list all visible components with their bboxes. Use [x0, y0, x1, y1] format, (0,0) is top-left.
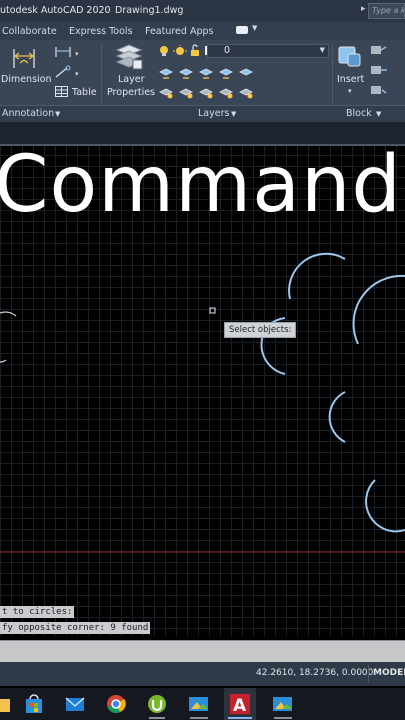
store-icon[interactable] — [24, 694, 44, 714]
layer-dropdown[interactable]: 0 ▼ — [207, 44, 329, 58]
photos2-icon[interactable] — [272, 694, 292, 714]
layer-properties-icon[interactable] — [113, 42, 145, 72]
layers-panel-label[interactable]: Layers — [198, 108, 229, 119]
circle-arc[interactable] — [352, 274, 405, 345]
title-bar: utodesk AutoCAD 2020 Drawing1.dwg ▸ Type… — [0, 0, 405, 22]
status-divider — [368, 665, 369, 683]
chevron-down-icon[interactable]: ▾ — [348, 87, 352, 95]
chevron-down-icon[interactable]: ▼ — [376, 110, 381, 118]
running-app-indicator — [149, 717, 165, 719]
overlay-caption: Command — [0, 140, 402, 230]
linear-dimension-icon[interactable]: ▾ — [53, 44, 83, 60]
block-tools-icons[interactable] — [369, 44, 389, 100]
utorrent-icon[interactable] — [147, 694, 167, 714]
dimension-button[interactable]: Dimension — [1, 74, 52, 85]
chevron-down-icon[interactable]: ▼ — [55, 110, 60, 118]
tab-express-tools[interactable]: Express Tools — [69, 26, 133, 37]
chrome-icon[interactable] — [106, 694, 126, 714]
layer-tools-row-2[interactable] — [158, 84, 254, 100]
autocad-icon[interactable]: A — [230, 694, 250, 714]
search-input[interactable]: Type a k — [368, 3, 405, 19]
chevron-right-icon[interactable]: ▸ — [361, 4, 366, 14]
insert-button[interactable]: Insert — [337, 74, 364, 85]
cursor-pickbox — [209, 307, 216, 314]
svg-text:▾: ▾ — [75, 50, 79, 58]
coordinate-readout[interactable]: 42.2610, 18.2736, 0.0000 — [256, 668, 373, 678]
command-history-line: fy opposite corner: 9 found — [0, 622, 151, 634]
app-title: utodesk AutoCAD 2020 — [0, 5, 111, 16]
ribbon-panel-bar: Annotation ▼ Layers ▼ Block ▼ — [0, 106, 405, 122]
circle-arc[interactable] — [328, 391, 346, 443]
layer-properties-label-2[interactable]: Properties — [107, 87, 155, 98]
circle-arc[interactable] — [365, 479, 405, 533]
dimension-icon[interactable] — [10, 46, 38, 72]
svg-text:▾: ▾ — [75, 70, 79, 78]
layer-properties-label-1[interactable]: Layer — [118, 74, 145, 85]
chevron-down-icon: ▼ — [319, 46, 325, 54]
command-history-line: t to circles: — [0, 606, 75, 618]
file-explorer-icon[interactable] — [0, 694, 12, 714]
leader-icon[interactable]: ▾ — [53, 64, 83, 80]
block-panel-label[interactable]: Block — [346, 108, 372, 119]
running-app-indicator — [274, 717, 292, 719]
ribbon-visibility-icon[interactable] — [236, 26, 248, 34]
mail-icon[interactable] — [65, 694, 85, 714]
photos-icon[interactable] — [188, 694, 208, 714]
circle-arc[interactable] — [288, 252, 346, 300]
insert-block-icon[interactable] — [336, 42, 364, 72]
tab-collaborate[interactable]: Collaborate — [2, 26, 57, 37]
running-app-indicator — [190, 717, 208, 719]
chevron-down-icon[interactable]: ▼ — [231, 110, 236, 118]
active-app-indicator — [228, 717, 252, 719]
circle-arc[interactable] — [0, 359, 7, 363]
svg-text:A: A — [233, 696, 247, 714]
circle-arc[interactable] — [0, 311, 17, 317]
document-title: Drawing1.dwg — [115, 5, 184, 16]
tab-featured-apps[interactable]: Featured Apps — [145, 26, 213, 37]
current-layer-value: 0 — [224, 45, 231, 56]
chevron-down-icon[interactable]: ▼ — [252, 24, 257, 32]
model-space-button[interactable]: MODEL — [373, 668, 405, 678]
annotation-panel-label[interactable]: Annotation — [2, 108, 54, 119]
ribbon-tabs: Collaborate Express Tools Featured Apps … — [0, 22, 405, 40]
command-line-input[interactable] — [0, 640, 405, 662]
select-objects-tooltip: Select objects: — [224, 322, 297, 338]
table-button[interactable]: Table — [72, 87, 97, 98]
table-icon[interactable] — [55, 86, 69, 98]
layer-tools-row-1[interactable] — [158, 64, 254, 80]
